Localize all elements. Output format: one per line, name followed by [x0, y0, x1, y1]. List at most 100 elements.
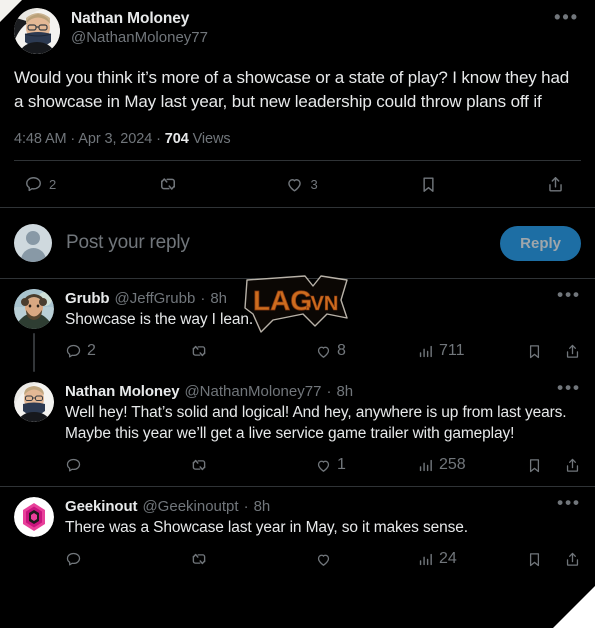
main-tweet-more-button[interactable]: ••• [546, 8, 581, 30]
views-label: Views [188, 131, 231, 147]
reply-count: 2 [87, 342, 96, 359]
author-handle[interactable]: @NathanMoloney77 [71, 28, 535, 47]
bookmark-action[interactable] [526, 551, 543, 568]
share-icon [546, 175, 565, 194]
reply-header: Grubb @JeffGrubb · 8h [65, 289, 581, 308]
bookmark-icon [419, 175, 438, 194]
meta-sep-2: · [152, 131, 165, 147]
tweet-thread-page: Nathan Moloney @NathanMoloney77 ••• Woul… [0, 0, 595, 628]
share-action[interactable] [542, 171, 575, 198]
reply-timestamp[interactable]: 8h [336, 382, 353, 401]
thread-connector-line [33, 333, 35, 372]
reply-action[interactable]: 2 [20, 171, 60, 198]
views-count: 704 [164, 131, 189, 147]
share-icon [564, 343, 581, 360]
reply-timestamp[interactable]: 8h [210, 289, 227, 308]
reply-composer: Post your reply Reply [0, 208, 595, 278]
views-count: 24 [439, 550, 457, 567]
reply-handle[interactable]: @JeffGrubb [115, 289, 196, 308]
author-display-name[interactable]: Nathan Moloney [71, 9, 535, 28]
reply-actions: 1 258 [65, 446, 581, 484]
reply-action[interactable]: 2 [65, 342, 96, 360]
main-divider-top [14, 147, 581, 161]
comment-icon [65, 551, 82, 568]
share-action[interactable] [564, 457, 581, 474]
reply-item-grubb: Grubb @JeffGrubb · 8h Showcase is the wa… [0, 279, 595, 372]
main-tweet-author: Nathan Moloney @NathanMoloney77 [71, 8, 535, 47]
reply-more-button[interactable]: ••• [557, 494, 581, 511]
like-action[interactable]: 3 [281, 171, 321, 198]
reply-time-separator: · [200, 290, 206, 307]
share-icon [564, 551, 581, 568]
reply-more-button[interactable]: ••• [557, 286, 581, 303]
heart-icon [315, 457, 332, 474]
share-action[interactable] [564, 343, 581, 360]
bookmark-action[interactable] [526, 343, 543, 360]
retweet-icon [190, 342, 208, 360]
reply-display-name[interactable]: Grubb [65, 289, 110, 308]
reply-header: Geekinout @Geekinoutpt · 8h [65, 497, 581, 516]
reply-action[interactable] [65, 457, 87, 474]
reply-time-separator: · [243, 498, 249, 515]
share-icon [564, 457, 581, 474]
reply-timestamp[interactable]: 8h [254, 497, 271, 516]
reply-handle[interactable]: @NathanMoloney77 [184, 382, 321, 401]
bookmark-action[interactable] [526, 457, 543, 474]
reply-handle[interactable]: @Geekinoutpt [142, 497, 238, 516]
comment-icon [65, 343, 82, 360]
reply-avatar-column [14, 289, 54, 372]
views-action[interactable]: 258 [417, 456, 466, 474]
retweet-icon [190, 456, 208, 474]
default-avatar[interactable] [14, 224, 52, 262]
reply-header: Nathan Moloney @NathanMoloney77 · 8h [65, 382, 581, 401]
reply-count: 2 [49, 176, 57, 192]
main-tweet-actions: 2 3 [14, 161, 581, 207]
reply-content-grubb: Grubb @JeffGrubb · 8h Showcase is the wa… [65, 289, 581, 372]
reply-submit-button[interactable]: Reply [500, 225, 581, 261]
main-tweet-header: Nathan Moloney @NathanMoloney77 ••• [14, 8, 581, 54]
avatar-nathan-moloney[interactable] [14, 382, 54, 422]
comment-icon [65, 457, 82, 474]
corner-cut-bottom-right [553, 586, 595, 628]
reply-display-name[interactable]: Nathan Moloney [65, 382, 180, 401]
like-count: 1 [337, 456, 346, 473]
reply-action[interactable] [65, 551, 87, 568]
retweet-icon [158, 174, 178, 194]
reply-time-separator: · [326, 383, 332, 400]
reply-avatar-column [14, 382, 54, 486]
analytics-icon [417, 343, 434, 360]
main-tweet-text: Would you think it’s more of a showcase … [14, 68, 570, 111]
reply-more-button[interactable]: ••• [557, 379, 581, 396]
reply-display-name[interactable]: Geekinout [65, 497, 138, 516]
reply-content-nathan-moloney: Nathan Moloney @NathanMoloney77 · 8h Wel… [65, 382, 581, 486]
like-count: 3 [310, 176, 318, 192]
heart-icon [315, 551, 332, 568]
share-action[interactable] [564, 551, 581, 568]
bookmark-icon [526, 551, 543, 568]
reply-input[interactable]: Post your reply [66, 232, 486, 254]
like-count: 8 [337, 342, 346, 359]
views-action[interactable]: 24 [417, 550, 457, 568]
avatar-grubb[interactable] [14, 289, 54, 329]
heart-icon [285, 175, 304, 194]
like-action[interactable]: 1 [315, 456, 346, 474]
retweet-action[interactable] [190, 342, 213, 360]
like-action[interactable] [315, 551, 337, 568]
reply-avatar-column [14, 497, 54, 580]
reply-text: Well hey! That’s solid and logical! And … [65, 404, 567, 442]
reply-text: Showcase is the way I lean. [65, 311, 254, 328]
retweet-action[interactable] [190, 456, 213, 474]
retweet-action[interactable] [190, 550, 213, 568]
retweet-icon [190, 550, 208, 568]
bookmark-action[interactable] [415, 171, 448, 198]
retweet-action[interactable] [154, 170, 188, 198]
avatar-geekinout[interactable] [14, 497, 54, 537]
main-tweet: Nathan Moloney @NathanMoloney77 ••• Woul… [0, 0, 595, 207]
reply-content-geekinout: Geekinout @Geekinoutpt · 8h There was a … [65, 497, 581, 580]
views-action[interactable]: 711 [417, 342, 465, 360]
analytics-icon [417, 551, 434, 568]
like-action[interactable]: 8 [315, 342, 346, 360]
bookmark-icon [526, 343, 543, 360]
tweet-date: Apr 3, 2024 [78, 131, 153, 147]
bookmark-icon [526, 457, 543, 474]
